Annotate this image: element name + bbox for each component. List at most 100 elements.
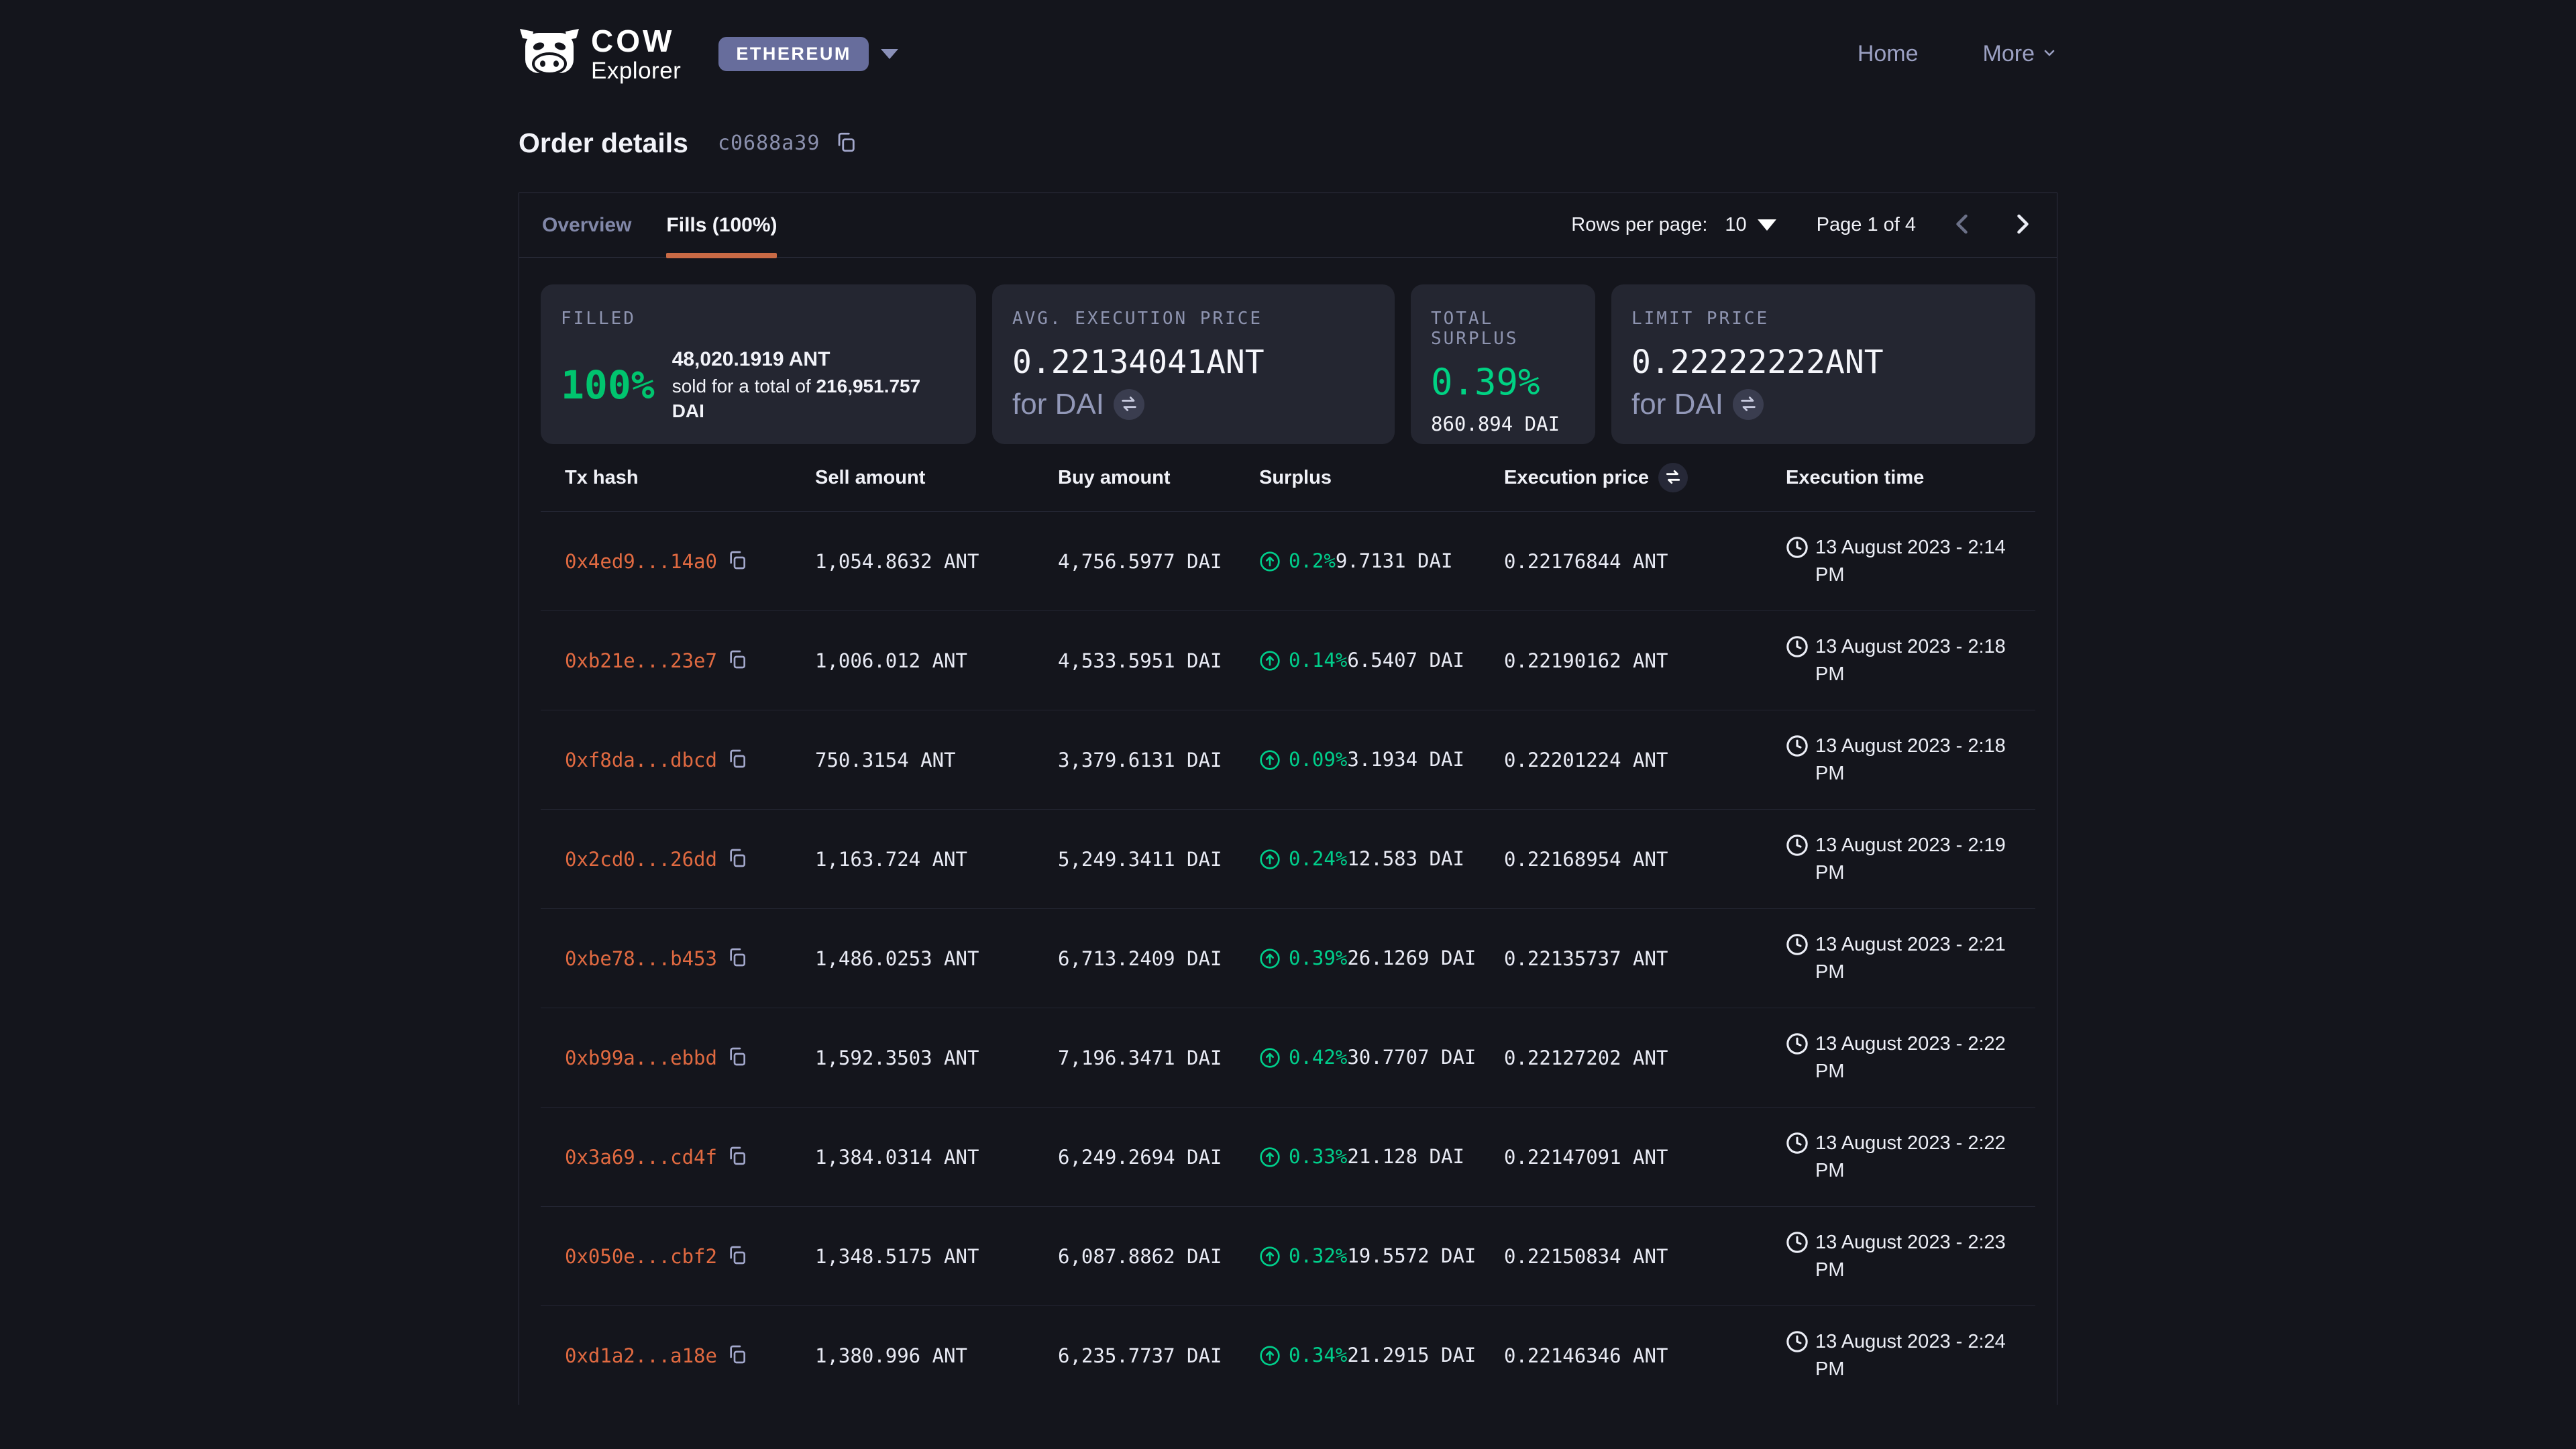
copy-tx-hash-button[interactable]: [727, 847, 748, 871]
execution-price: 0.22168954 ANT: [1504, 848, 1786, 871]
tx-hash-link[interactable]: 0x3a69...cd4f: [565, 1146, 717, 1169]
buy-amount: 3,379.6131 DAI: [1058, 749, 1259, 771]
copy-tx-hash-button[interactable]: [727, 1145, 748, 1169]
tab-fills[interactable]: Fills (100%): [666, 193, 777, 258]
limit-price-value: 0.22222222ANT: [1631, 343, 2015, 381]
tx-hash-link[interactable]: 0xb21e...23e7: [565, 649, 717, 672]
order-hash: c0688a39: [718, 131, 820, 155]
sell-amount: 1,384.0314 ANT: [815, 1146, 1058, 1169]
copy-icon: [727, 549, 748, 573]
limit-price-card: LIMIT PRICE 0.22222222ANT for DAI: [1611, 284, 2035, 444]
surplus-value: 0.42%30.7707 DAI: [1289, 1046, 1476, 1069]
surplus-value: 0.33%21.128 DAI: [1289, 1145, 1464, 1169]
clock-icon: [1786, 1231, 1809, 1259]
tx-hash-link[interactable]: 0xf8da...dbcd: [565, 749, 717, 771]
surplus-up-arrow-icon: [1259, 1246, 1281, 1267]
tab-bar: Overview Fills (100%) Rows per page: 10 …: [519, 193, 2057, 258]
table-header-row: Tx hash Sell amount Buy amount Surplus E…: [541, 444, 2035, 511]
next-page-button[interactable]: [2010, 212, 2034, 238]
table-row: 0x050e...cbf2 1,348.5175 ANT 6,087.8862 …: [541, 1206, 2035, 1305]
clock-icon: [1786, 735, 1809, 763]
network-selector-badge[interactable]: ETHEREUM: [718, 37, 869, 71]
copy-tx-hash-button[interactable]: [727, 549, 748, 573]
surplus-up-arrow-icon: [1259, 551, 1281, 572]
execution-price: 0.22146346 ANT: [1504, 1344, 1786, 1367]
invert-limit-price-button[interactable]: [1733, 389, 1764, 420]
clock-icon: [1786, 635, 1809, 663]
col-execution-time: Execution time: [1786, 467, 2022, 489]
logo-subtitle: Explorer: [591, 59, 681, 83]
surplus-up-arrow-icon: [1259, 948, 1281, 969]
copy-tx-hash-button[interactable]: [727, 947, 748, 970]
sell-amount: 1,054.8632 ANT: [815, 550, 1058, 573]
clock-icon: [1786, 1330, 1809, 1358]
surplus-value: 0.09%3.1934 DAI: [1289, 748, 1464, 771]
copy-tx-hash-button[interactable]: [727, 649, 748, 672]
surplus-value: 0.24%12.583 DAI: [1289, 847, 1464, 871]
previous-page-button[interactable]: [1951, 212, 1975, 238]
copy-tx-hash-button[interactable]: [727, 1344, 748, 1367]
total-surplus-card: TOTAL SURPLUS 0.39% 860.894 DAI: [1411, 284, 1595, 444]
table-row: 0x3a69...cd4f 1,384.0314 ANT 6,249.2694 …: [541, 1107, 2035, 1206]
copy-icon: [727, 1344, 748, 1367]
rows-per-page-select[interactable]: 10: [1725, 214, 1776, 236]
nav-home-link[interactable]: Home: [1858, 41, 1919, 67]
execution-time: 13 August 2023 - 2:21 PM: [1786, 931, 2022, 985]
tx-hash-link[interactable]: 0xbe78...b453: [565, 947, 717, 970]
tab-overview[interactable]: Overview: [542, 193, 631, 258]
execution-time: 13 August 2023 - 2:23 PM: [1786, 1229, 2022, 1283]
copy-order-hash-button[interactable]: [835, 131, 857, 156]
order-details-panel: Overview Fills (100%) Rows per page: 10 …: [519, 193, 2057, 1405]
surplus-value: 0.2%9.7131 DAI: [1289, 549, 1452, 573]
cow-explorer-logo[interactable]: COW Explorer: [519, 25, 681, 83]
clock-icon: [1786, 536, 1809, 564]
copy-icon: [727, 748, 748, 771]
execution-time: 13 August 2023 - 2:22 PM: [1786, 1030, 2022, 1085]
col-buy-amount: Buy amount: [1058, 467, 1259, 489]
select-caret-down-icon: [1758, 219, 1776, 231]
tx-hash-link[interactable]: 0xb99a...ebbd: [565, 1046, 717, 1069]
table-row: 0xb21e...23e7 1,006.012 ANT 4,533.5951 D…: [541, 610, 2035, 710]
surplus-up-arrow-icon: [1259, 849, 1281, 870]
chevron-down-icon: [2041, 41, 2057, 67]
filled-sold-text: sold for a total of 216,951.757 DAI: [672, 376, 921, 422]
col-sell-amount: Sell amount: [815, 467, 1058, 489]
network-caret-down-icon[interactable]: [881, 49, 898, 59]
avg-price-value: 0.22134041ANT: [1012, 343, 1375, 381]
invert-price-button[interactable]: [1114, 389, 1144, 420]
execution-price: 0.22147091 ANT: [1504, 1146, 1786, 1169]
copy-icon: [727, 847, 748, 871]
cow-head-icon: [519, 28, 580, 80]
fills-table: Tx hash Sell amount Buy amount Surplus E…: [541, 444, 2035, 1405]
clock-icon: [1786, 1132, 1809, 1160]
copy-tx-hash-button[interactable]: [727, 1244, 748, 1268]
nav-more-link[interactable]: More: [1983, 41, 2057, 67]
surplus-percent: 0.39%: [1431, 361, 1575, 403]
page-title: Order details: [519, 127, 688, 159]
copy-icon: [835, 131, 857, 156]
swap-arrows-icon: [1120, 394, 1138, 415]
table-row: 0xd1a2...a18e 1,380.996 ANT 6,235.7737 D…: [541, 1305, 2035, 1405]
surplus-up-arrow-icon: [1259, 1047, 1281, 1069]
rows-per-page-label: Rows per page:: [1571, 214, 1707, 236]
page-indicator: Page 1 of 4: [1817, 214, 1916, 236]
tx-hash-link[interactable]: 0xd1a2...a18e: [565, 1344, 717, 1367]
table-row: 0xb99a...ebbd 1,592.3503 ANT 7,196.3471 …: [541, 1008, 2035, 1107]
sell-amount: 1,486.0253 ANT: [815, 947, 1058, 970]
tx-hash-link[interactable]: 0x4ed9...14a0: [565, 550, 717, 573]
execution-price: 0.22201224 ANT: [1504, 749, 1786, 771]
filled-amount: 48,020.1919 ANT: [672, 348, 830, 370]
copy-tx-hash-button[interactable]: [727, 1046, 748, 1069]
tx-hash-link[interactable]: 0x2cd0...26dd: [565, 848, 717, 871]
surplus-amount: 860.894 DAI: [1431, 413, 1575, 435]
tx-hash-link[interactable]: 0x050e...cbf2: [565, 1245, 717, 1268]
buy-amount: 5,249.3411 DAI: [1058, 848, 1259, 871]
chevron-left-icon: [1951, 212, 1975, 238]
chevron-right-icon: [2010, 212, 2034, 238]
app-header: COW Explorer ETHEREUM Home More: [519, 0, 2057, 86]
clock-icon: [1786, 933, 1809, 961]
copy-tx-hash-button[interactable]: [727, 748, 748, 771]
page-title-row: Order details c0688a39: [519, 127, 2057, 159]
avg-price-unit: for DAI: [1012, 388, 1104, 421]
toggle-price-unit-button[interactable]: [1658, 463, 1688, 492]
